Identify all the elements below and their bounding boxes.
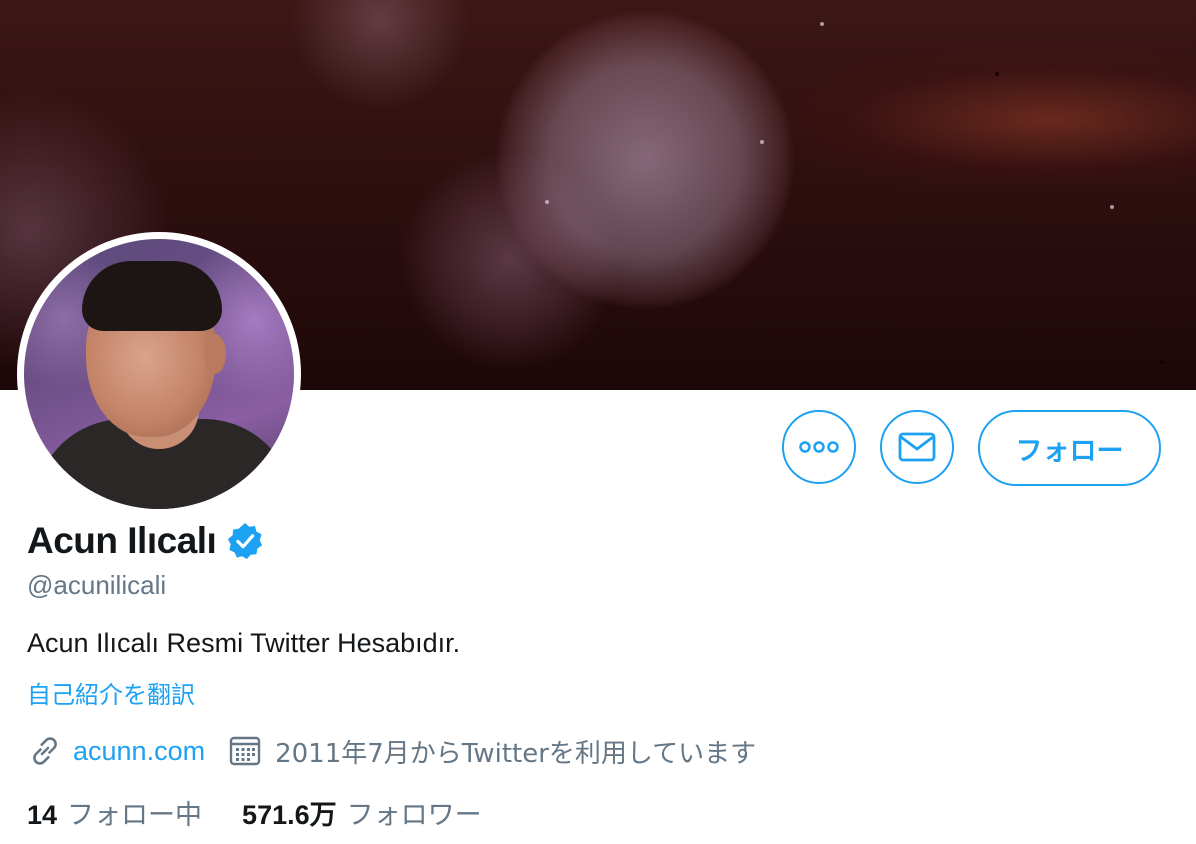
- followers-count: 571.6万: [242, 800, 337, 830]
- banner-speck: [820, 22, 824, 26]
- avatar-hair: [82, 261, 222, 331]
- calendar-icon: [227, 733, 263, 769]
- follow-button[interactable]: フォロー: [978, 410, 1161, 486]
- banner-speck: [760, 140, 764, 144]
- banner-speck: [545, 200, 549, 204]
- profile-handle: @acunilicali: [27, 570, 167, 600]
- more-button[interactable]: [782, 410, 856, 484]
- profile-bio: Acun Ilıcalı Resmi Twitter Hesabıdır.: [27, 628, 461, 658]
- following-stat[interactable]: 14 フォロー中: [27, 793, 202, 832]
- avatar[interactable]: [24, 239, 294, 509]
- link-icon: [27, 733, 63, 769]
- envelope-icon: [898, 432, 936, 462]
- website-link[interactable]: acunn.com: [73, 736, 205, 767]
- joined-date: 2011年7月からTwitterを利用しています: [275, 738, 757, 769]
- banner-speck: [995, 72, 999, 76]
- followers-label: フォロワー: [346, 800, 482, 831]
- message-button[interactable]: [880, 410, 954, 484]
- avatar-ear: [204, 334, 226, 374]
- profile-stats: 14 フォロー中 571.6万 フォロワー: [27, 793, 482, 832]
- following-count: 14: [27, 800, 58, 830]
- following-label: フォロー中: [67, 800, 203, 831]
- banner-speck: [1160, 360, 1164, 364]
- verified-badge-icon: [228, 522, 263, 560]
- profile-meta: acunn.com 2011年7月からTwitterを利用しています: [27, 728, 756, 774]
- profile-name: Acun Ilıcalı: [27, 520, 217, 561]
- profile-name-row: Acun Ilıcalı: [27, 520, 264, 562]
- banner-speck: [1110, 205, 1114, 209]
- more-icon: [799, 441, 839, 453]
- translate-bio-link[interactable]: 自己紹介を翻訳: [27, 675, 195, 710]
- followers-stat[interactable]: 571.6万 フォロワー: [242, 793, 482, 832]
